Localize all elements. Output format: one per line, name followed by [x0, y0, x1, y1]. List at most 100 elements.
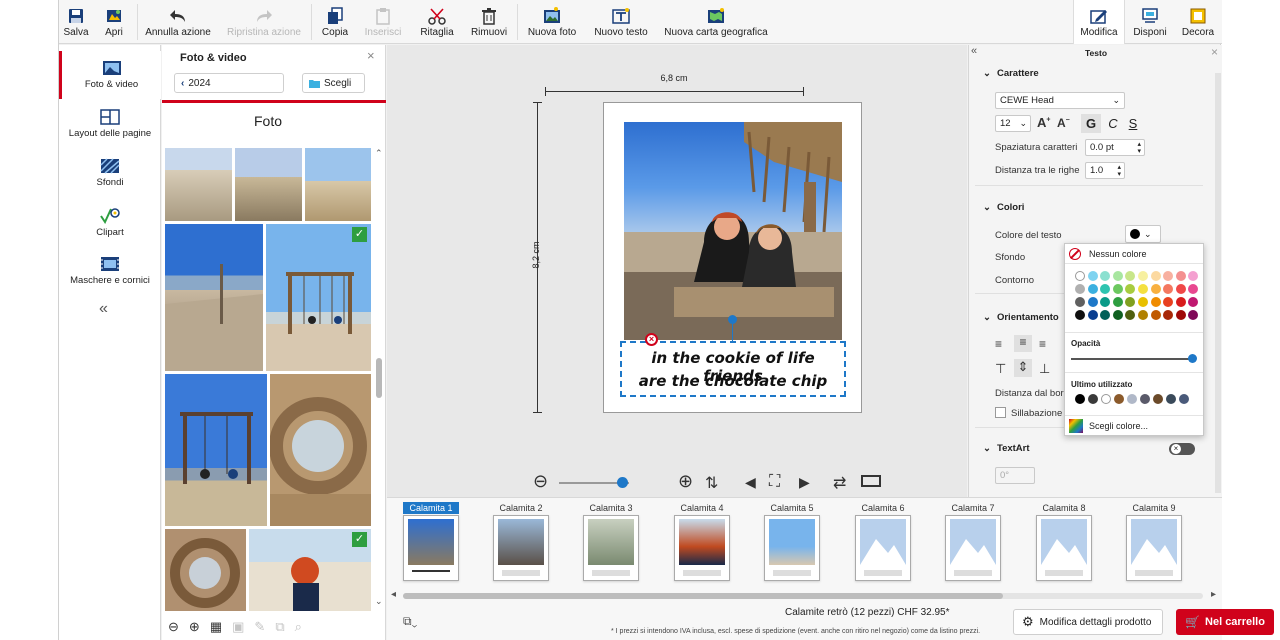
color-swatch[interactable] — [1087, 271, 1098, 281]
recent-color-swatch[interactable] — [1179, 394, 1189, 404]
delete-textbox-icon[interactable]: × — [645, 333, 658, 346]
remove-button[interactable]: Rimuovi — [469, 0, 509, 44]
color-swatch[interactable] — [1175, 310, 1186, 320]
align-left-icon[interactable]: ≡ — [995, 337, 1002, 351]
photo-thumb[interactable] — [165, 529, 246, 611]
italic-button[interactable]: C — [1103, 114, 1123, 133]
view-mode-icon[interactable]: ⧉⌄ — [403, 614, 417, 629]
color-swatch[interactable] — [1075, 271, 1085, 281]
opacity-slider[interactable] — [1071, 358, 1193, 360]
color-swatch[interactable] — [1112, 284, 1123, 294]
recent-color-swatch[interactable] — [1114, 394, 1124, 404]
magnet-thumb[interactable]: Calamita 4 — [670, 502, 734, 582]
paste-button[interactable]: Inserisci — [363, 0, 403, 44]
font-select[interactable]: CEWE Head ⌄ — [995, 92, 1125, 109]
underline-button[interactable]: S — [1123, 114, 1143, 133]
section-character[interactable]: ⌄ Carattere — [983, 68, 1039, 79]
fullscreen-icon[interactable]: ⛶ — [769, 473, 780, 491]
zoom-slider-thumb[interactable] — [617, 477, 628, 488]
recent-color-swatch[interactable] — [1166, 394, 1176, 404]
color-swatch[interactable] — [1112, 310, 1123, 320]
zoom-out-icon[interactable]: ⊖ — [168, 619, 179, 635]
close-icon[interactable]: × — [1211, 45, 1218, 59]
new-map-button[interactable]: Nuova carta geografica — [663, 0, 769, 44]
decrease-font-icon[interactable]: A− — [1057, 116, 1070, 130]
magnet-thumb[interactable]: Calamita 3 — [579, 502, 643, 582]
bold-button[interactable]: G — [1081, 114, 1101, 133]
color-swatch[interactable] — [1075, 297, 1085, 307]
scrollbar[interactable]: ⌃ ⌄ — [374, 148, 384, 608]
color-swatch[interactable] — [1087, 284, 1098, 294]
color-swatch[interactable] — [1125, 271, 1136, 281]
grid-icon[interactable]: ▦ — [210, 619, 222, 635]
edit-icon[interactable]: ✎ — [254, 619, 265, 635]
filmstrip-scrollbar[interactable] — [403, 593, 1203, 599]
magnet-page[interactable]: in the cookie of life friends are the ch… — [603, 102, 862, 413]
zoom-in-icon[interactable]: ⊕ — [678, 471, 693, 492]
folder-back-button[interactable]: ‹ 2024 — [174, 73, 284, 93]
color-swatch[interactable] — [1188, 284, 1199, 294]
section-textart[interactable]: ⌄ TextArt — [983, 443, 1030, 454]
scroll-left-icon[interactable]: ◂ — [391, 589, 396, 600]
scrollbar-thumb[interactable] — [403, 593, 1003, 599]
photo-thumb[interactable] — [165, 224, 263, 371]
color-swatch[interactable] — [1150, 284, 1161, 294]
copy-button[interactable]: Copia — [319, 0, 351, 44]
color-swatch[interactable] — [1112, 271, 1123, 281]
color-swatch[interactable] — [1075, 284, 1085, 294]
color-swatch[interactable] — [1138, 310, 1148, 320]
photo-thumb[interactable] — [165, 374, 267, 526]
photo-thumb[interactable] — [235, 148, 302, 221]
photo-frame[interactable] — [624, 122, 842, 340]
nav-page-layouts[interactable]: Layout delle pagine — [59, 100, 161, 148]
choose-color-option[interactable]: Scegli colore... — [1065, 417, 1203, 435]
product-details-button[interactable]: ⚙ Modifica dettagli prodotto — [1013, 609, 1163, 635]
magnet-thumb[interactable]: Calamita 5 — [760, 502, 824, 582]
previous-page-icon[interactable]: ◀ — [745, 474, 756, 491]
color-swatch[interactable] — [1150, 297, 1161, 307]
nav-masks-frames[interactable]: Maschere e cornici — [59, 247, 161, 295]
color-swatch[interactable] — [1087, 310, 1098, 320]
magnet-thumb[interactable]: Calamita 7 — [941, 502, 1005, 582]
swap-icon[interactable]: ⇄ — [833, 473, 846, 493]
magnet-thumb[interactable]: Calamita 9 — [1122, 502, 1186, 582]
search-icon[interactable]: ⌕ — [295, 619, 302, 635]
ruler-icon[interactable] — [861, 475, 881, 487]
color-swatch[interactable] — [1138, 284, 1148, 294]
color-swatch[interactable] — [1100, 271, 1111, 281]
color-swatch[interactable] — [1150, 310, 1161, 320]
nav-photos-video[interactable]: Foto & video — [59, 51, 161, 99]
no-color-option[interactable]: Nessun colore — [1065, 244, 1203, 264]
color-swatch[interactable] — [1175, 297, 1186, 307]
color-swatch[interactable] — [1175, 284, 1186, 294]
redo-button[interactable]: Ripristina azione — [225, 0, 303, 44]
recent-color-swatch[interactable] — [1075, 394, 1085, 404]
color-swatch[interactable] — [1075, 310, 1085, 320]
color-swatch[interactable] — [1150, 271, 1161, 281]
recent-color-swatch[interactable] — [1101, 394, 1111, 404]
color-swatch[interactable] — [1188, 271, 1199, 281]
recent-color-swatch[interactable] — [1088, 394, 1098, 404]
select-icon[interactable]: ▣ — [232, 619, 244, 635]
zoom-in-icon[interactable]: ⊕ — [189, 619, 200, 635]
magnet-thumb[interactable]: Calamita 1 — [399, 502, 463, 582]
open-button[interactable]: Apri — [99, 0, 129, 44]
photo-thumb[interactable] — [165, 148, 232, 221]
color-swatch[interactable] — [1100, 297, 1111, 307]
text-color-picker[interactable]: ⌄ — [1125, 225, 1161, 243]
recent-color-swatch[interactable] — [1140, 394, 1150, 404]
align-bottom-icon[interactable]: ⊥ — [1039, 361, 1050, 377]
magnet-thumb[interactable]: Calamita 8 — [1032, 502, 1096, 582]
color-swatch[interactable] — [1163, 310, 1174, 320]
section-orientation[interactable]: ⌄ Orientamento — [983, 312, 1059, 323]
textart-toggle[interactable]: × — [1169, 443, 1195, 455]
color-swatch[interactable] — [1188, 297, 1199, 307]
new-text-button[interactable]: Nuovo testo — [591, 0, 651, 44]
align-middle-icon[interactable]: ⇕ — [1014, 359, 1032, 377]
font-size-select[interactable]: 12 ⌄ — [995, 115, 1031, 132]
color-swatch[interactable] — [1125, 297, 1136, 307]
spacing-input[interactable]: 0.0 pt ▴ ▾ — [1085, 139, 1145, 156]
align-top-icon[interactable]: ⊤ — [995, 361, 1006, 377]
next-page-icon[interactable]: ▶ — [799, 474, 810, 491]
cut-button[interactable]: Ritaglia — [417, 0, 457, 44]
